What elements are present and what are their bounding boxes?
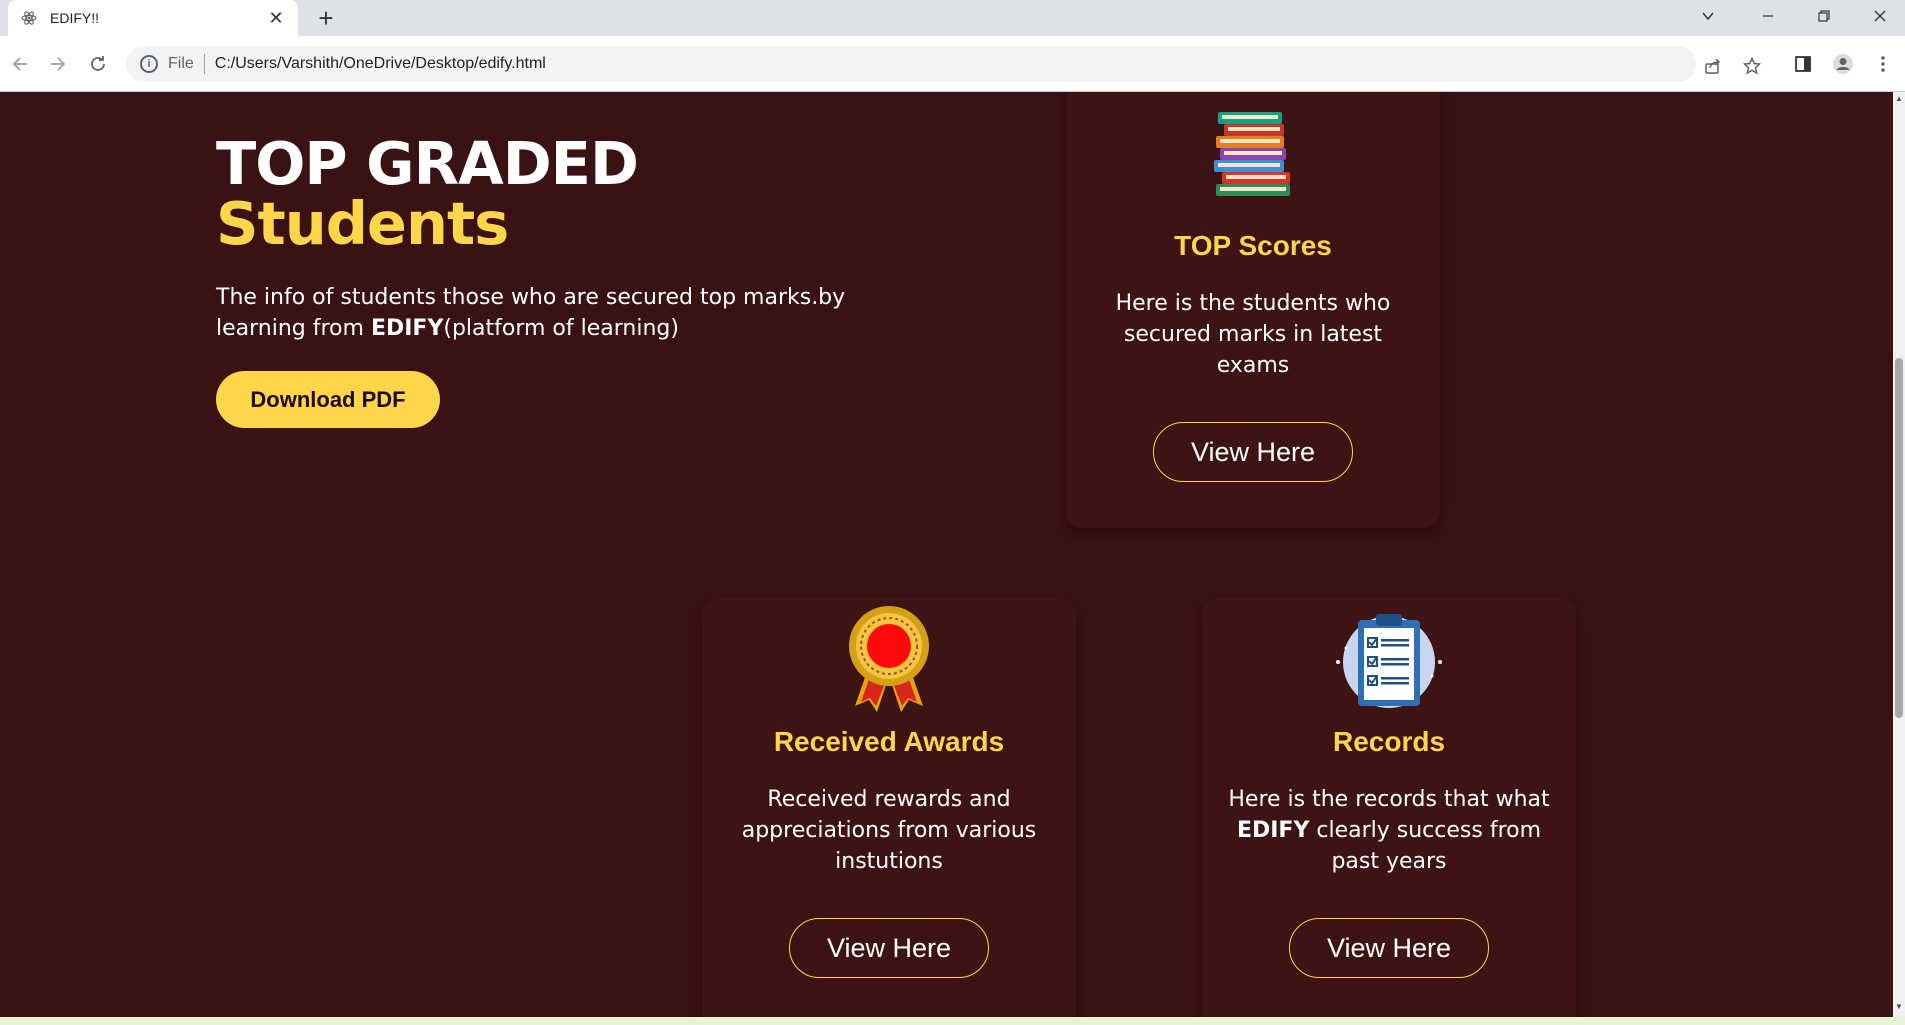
hero-title-accent: Students: [216, 189, 509, 258]
forward-arrow-icon[interactable]: [44, 50, 72, 78]
side-panel-icon[interactable]: [1789, 50, 1817, 78]
top-scores-view-button[interactable]: View Here: [1153, 422, 1353, 482]
scroll-down-arrow-icon[interactable]: ▼: [1895, 1002, 1903, 1012]
scroll-thumb[interactable]: [1895, 358, 1903, 718]
react-atom-icon: [20, 9, 38, 27]
url-separator: [203, 54, 205, 74]
top-scores-text: Here is the students who secured marks i…: [1115, 291, 1391, 378]
records-text: Here is the records that what EDIFY clea…: [1227, 784, 1551, 877]
records-title: Records: [1332, 726, 1446, 757]
url-scheme-label: File: [168, 55, 194, 72]
profile-avatar-icon[interactable]: [1829, 50, 1857, 78]
page-viewport: TOP GRADED Students The info of students…: [0, 92, 1893, 1017]
awards-card: Received Awards Received rewards and app…: [702, 598, 1076, 1017]
bookmark-star-icon[interactable]: [1740, 54, 1764, 78]
records-text-start: Here is the records that what: [1228, 787, 1550, 812]
download-pdf-button[interactable]: Download PDF: [216, 371, 440, 428]
browser-tab[interactable]: EDIFY!! ✕: [8, 0, 298, 36]
records-card: Records Here is the records that what ED…: [1202, 598, 1576, 1017]
tab-title: EDIFY!!: [50, 10, 100, 26]
page-scrollbar[interactable]: ▲ ▼: [1893, 92, 1905, 1017]
window-bottom-strip: [0, 1017, 1905, 1025]
new-tab-button[interactable]: +: [312, 3, 340, 33]
awards-text: Received rewards and appreciations from …: [741, 787, 1037, 874]
back-arrow-icon[interactable]: [6, 50, 34, 78]
more-menu-icon[interactable]: [1869, 50, 1897, 78]
top-scores-title: TOP Scores: [1174, 230, 1332, 261]
awards-view-button[interactable]: View Here: [789, 918, 989, 978]
hero-description: The info of students those who are secur…: [216, 282, 856, 344]
records-view-button[interactable]: View Here: [1289, 918, 1489, 978]
share-icon[interactable]: [1701, 54, 1725, 78]
tab-search-chevron-icon[interactable]: [1680, 0, 1736, 32]
url-text[interactable]: C:/Users/Varshith/OneDrive/Desktop/edify…: [215, 55, 546, 73]
hero-desc-brand: EDIFY: [370, 316, 444, 341]
books-stack-icon: [1066, 104, 1440, 204]
tab-close-icon[interactable]: ✕: [266, 8, 286, 28]
awards-title: Received Awards: [773, 726, 1005, 757]
top-scores-card: TOP Scores Here is the students who secu…: [1066, 92, 1440, 528]
close-window-icon[interactable]: [1852, 0, 1905, 32]
site-info-icon[interactable]: i: [140, 55, 158, 73]
records-text-brand: EDIFY: [1236, 818, 1310, 843]
restore-icon[interactable]: [1796, 0, 1852, 32]
address-bar[interactable]: i File C:/Users/Varshith/OneDrive/Deskto…: [126, 46, 1761, 82]
award-ribbon-icon: [702, 606, 1076, 712]
scroll-up-arrow-icon[interactable]: ▲: [1895, 94, 1903, 104]
minimize-icon[interactable]: [1740, 0, 1796, 32]
browser-tab-strip: EDIFY!! ✕ +: [0, 0, 1905, 36]
hero-title: TOP GRADED: [216, 129, 639, 198]
records-text-end: clearly success from past years: [1309, 818, 1542, 874]
clipboard-checklist-icon: [1202, 610, 1576, 710]
hero-desc-text-end: (platform of learning): [443, 316, 679, 341]
reload-icon[interactable]: [84, 50, 112, 78]
browser-toolbar: i File C:/Users/Varshith/OneDrive/Deskto…: [0, 36, 1905, 92]
